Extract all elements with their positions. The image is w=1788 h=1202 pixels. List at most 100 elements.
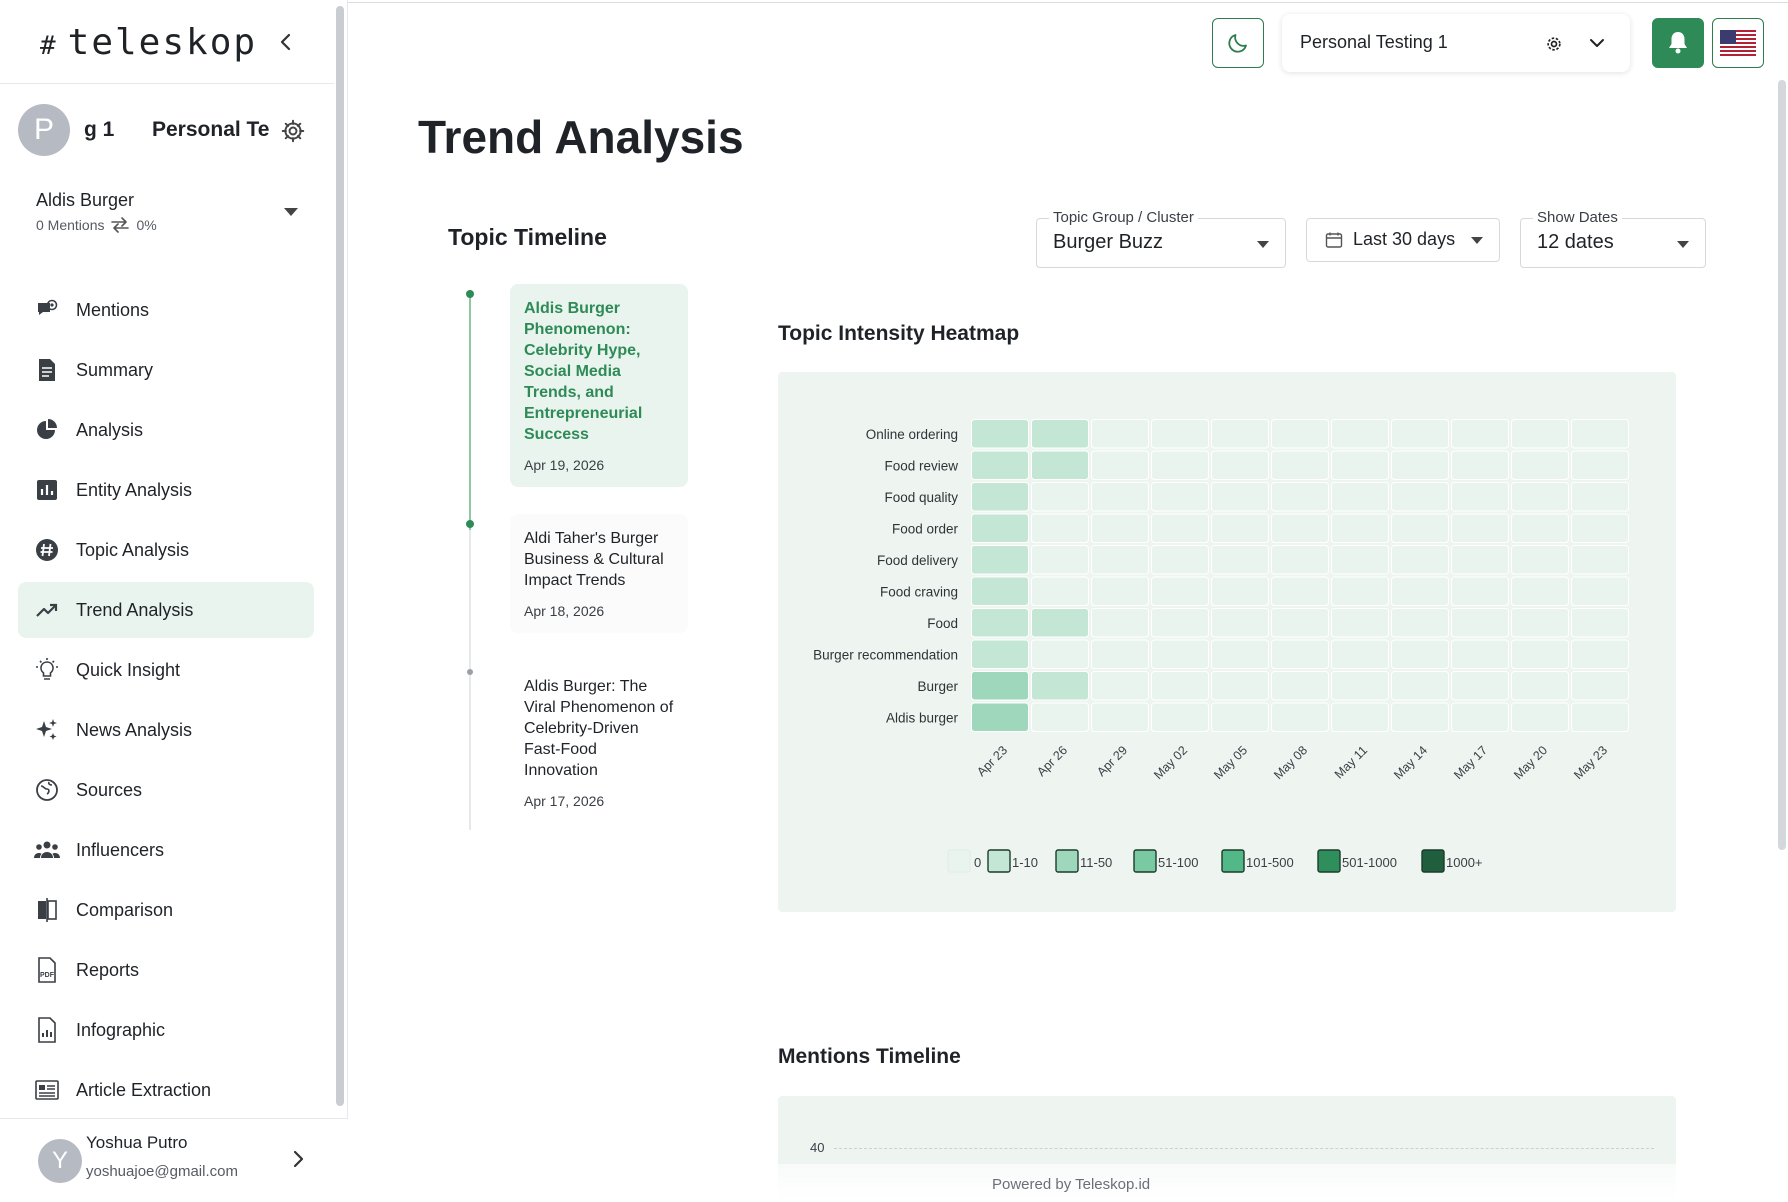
sidebar-item-reports[interactable]: PDF Reports: [18, 942, 314, 998]
user-profile[interactable]: Y Yoshua Putro yoshuajoe@gmail.com: [0, 1118, 348, 1202]
heatmap-cell[interactable]: [971, 419, 1029, 449]
heatmap-cell[interactable]: [1091, 450, 1149, 480]
heatmap-cell[interactable]: [1451, 513, 1509, 543]
heatmap-cell[interactable]: [1091, 639, 1149, 669]
heatmap-cell[interactable]: [1331, 482, 1389, 512]
heatmap-cell[interactable]: [1511, 576, 1569, 606]
heatmap-cell[interactable]: [1271, 419, 1329, 449]
heatmap-cell[interactable]: [1271, 608, 1329, 638]
notifications-button[interactable]: [1652, 18, 1704, 68]
heatmap-cell[interactable]: [1271, 576, 1329, 606]
heatmap-cell[interactable]: [1391, 513, 1449, 543]
sidebar-item-news-analysis[interactable]: News Analysis: [18, 702, 314, 758]
heatmap-cell[interactable]: [1331, 671, 1389, 701]
heatmap-cell[interactable]: [1091, 671, 1149, 701]
heatmap-cell[interactable]: [1451, 671, 1509, 701]
heatmap-cell[interactable]: [1571, 639, 1629, 669]
heatmap-cell[interactable]: [1031, 608, 1089, 638]
heatmap-cell[interactable]: [1091, 702, 1149, 732]
heatmap-cell[interactable]: [1031, 419, 1089, 449]
heatmap-cell[interactable]: [1271, 545, 1329, 575]
sidebar-item-quick-insight[interactable]: Quick Insight: [18, 642, 314, 698]
heatmap-cell[interactable]: [1211, 608, 1269, 638]
heatmap-cell[interactable]: [971, 482, 1029, 512]
heatmap-cell[interactable]: [971, 450, 1029, 480]
heatmap-cell[interactable]: [1211, 513, 1269, 543]
heatmap-cell[interactable]: [971, 608, 1029, 638]
heatmap-cell[interactable]: [1331, 513, 1389, 543]
heatmap-cell[interactable]: [1391, 576, 1449, 606]
heatmap-cell[interactable]: [1031, 545, 1089, 575]
sidebar-item-trend-analysis[interactable]: Trend Analysis: [18, 582, 314, 638]
heatmap-cell[interactable]: [1271, 450, 1329, 480]
heatmap-cell[interactable]: [1151, 482, 1209, 512]
heatmap-cell[interactable]: [1151, 639, 1209, 669]
timeline-card[interactable]: Aldis Burger: The Viral Phenomenon of Ce…: [510, 662, 688, 823]
heatmap-cell[interactable]: [1331, 576, 1389, 606]
heatmap-cell[interactable]: [1151, 702, 1209, 732]
heatmap-cell[interactable]: [1391, 702, 1449, 732]
heatmap-cell[interactable]: [1211, 576, 1269, 606]
heatmap-cell[interactable]: [1451, 419, 1509, 449]
heatmap-cell[interactable]: [1571, 702, 1629, 732]
heatmap-cell[interactable]: [1511, 513, 1569, 543]
chevron-right-icon[interactable]: [286, 1147, 310, 1176]
heatmap-cell[interactable]: [1211, 702, 1269, 732]
heatmap-cell[interactable]: [1571, 419, 1629, 449]
heatmap-cell[interactable]: [1271, 482, 1329, 512]
project-dropdown-icon[interactable]: [284, 208, 298, 216]
timeline-card[interactable]: Aldis Burger Phenomenon: Celebrity Hype,…: [510, 284, 688, 487]
heatmap-cell[interactable]: [1571, 545, 1629, 575]
heatmap-cell[interactable]: [1331, 450, 1389, 480]
heatmap-cell[interactable]: [1451, 482, 1509, 512]
heatmap-cell[interactable]: [1211, 450, 1269, 480]
heatmap-cell[interactable]: [1511, 419, 1569, 449]
topic-group-select[interactable]: Topic Group / Cluster Burger Buzz: [1036, 209, 1286, 268]
heatmap-cell[interactable]: [1391, 608, 1449, 638]
workspace-settings-button[interactable]: [280, 118, 306, 144]
collapse-sidebar-button[interactable]: [270, 26, 302, 58]
sidebar-item-summary[interactable]: Summary: [18, 342, 314, 398]
workspace-select[interactable]: Personal Testing 1: [1282, 14, 1630, 72]
gear-icon[interactable]: [1544, 34, 1564, 59]
heatmap-cell[interactable]: [1331, 545, 1389, 575]
heatmap-cell[interactable]: [1031, 482, 1089, 512]
heatmap-cell[interactable]: [1091, 513, 1149, 543]
heatmap-cell[interactable]: [1271, 513, 1329, 543]
heatmap-cell[interactable]: [1271, 639, 1329, 669]
heatmap-cell[interactable]: [1151, 513, 1209, 543]
heatmap-cell[interactable]: [1091, 576, 1149, 606]
heatmap-cell[interactable]: [1031, 671, 1089, 701]
heatmap-cell[interactable]: [1211, 639, 1269, 669]
heatmap-cell[interactable]: [1511, 450, 1569, 480]
heatmap-cell[interactable]: [1031, 576, 1089, 606]
sidebar-item-influencers[interactable]: Influencers: [18, 822, 314, 878]
heatmap-cell[interactable]: [1391, 639, 1449, 669]
heatmap-cell[interactable]: [1331, 702, 1389, 732]
theme-toggle-button[interactable]: [1212, 18, 1264, 68]
heatmap-cell[interactable]: [1391, 450, 1449, 480]
heatmap-cell[interactable]: [1451, 450, 1509, 480]
sidebar-item-infographic[interactable]: Infographic: [18, 1002, 314, 1058]
sidebar-item-sources[interactable]: Sources: [18, 762, 314, 818]
heatmap-cell[interactable]: [1151, 576, 1209, 606]
heatmap-cell[interactable]: [971, 671, 1029, 701]
heatmap-cell[interactable]: [1391, 545, 1449, 575]
sidebar-item-analysis[interactable]: Analysis: [18, 402, 314, 458]
heatmap-cell[interactable]: [1331, 419, 1389, 449]
heatmap-cell[interactable]: [1511, 639, 1569, 669]
heatmap-cell[interactable]: [1091, 482, 1149, 512]
heatmap-cell[interactable]: [1571, 671, 1629, 701]
sidebar-item-mentions[interactable]: Mentions: [18, 282, 314, 338]
heatmap-cell[interactable]: [1031, 513, 1089, 543]
workspace-row[interactable]: P g 1 Personal Te: [0, 84, 334, 174]
heatmap-cell[interactable]: [1451, 545, 1509, 575]
heatmap-cell[interactable]: [1571, 450, 1629, 480]
heatmap-cell[interactable]: [1571, 608, 1629, 638]
heatmap-cell[interactable]: [1211, 671, 1269, 701]
heatmap-cell[interactable]: [1211, 419, 1269, 449]
heatmap-cell[interactable]: [1031, 450, 1089, 480]
heatmap-cell[interactable]: [1451, 608, 1509, 638]
heatmap-cell[interactable]: [1091, 419, 1149, 449]
heatmap-cell[interactable]: [971, 513, 1029, 543]
